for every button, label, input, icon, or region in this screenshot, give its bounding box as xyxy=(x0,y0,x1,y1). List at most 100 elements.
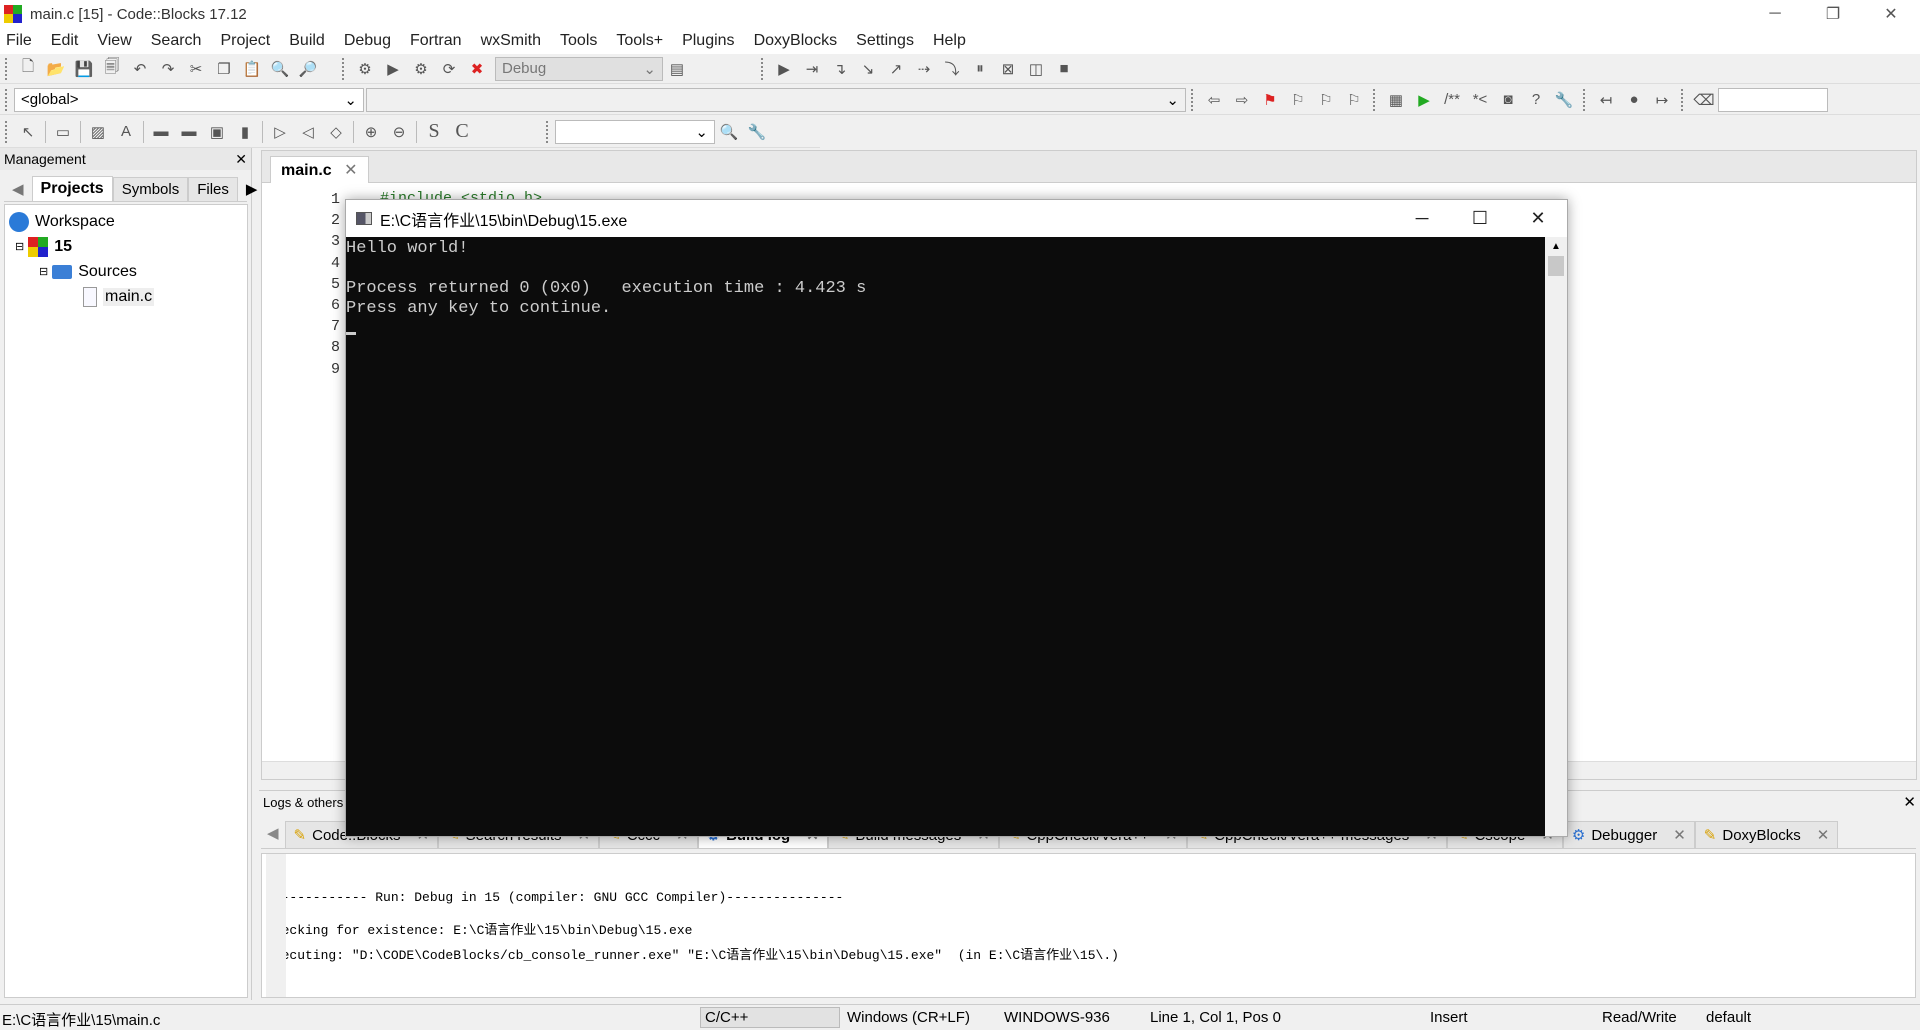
log-scrollbar[interactable] xyxy=(266,854,286,997)
step-into-icon[interactable]: ↘ xyxy=(857,58,879,80)
clear-search-icon[interactable]: ⌫ xyxy=(1693,89,1715,111)
search-icon[interactable]: 🔍 xyxy=(718,121,740,143)
scope-select[interactable]: <global> ⌄ xyxy=(14,87,364,112)
toolbar-grip[interactable] xyxy=(546,120,550,143)
toolbar-grip[interactable] xyxy=(342,57,346,80)
paste-icon[interactable]: 📋 xyxy=(241,58,263,80)
menu-search[interactable]: Search xyxy=(151,32,202,50)
doxy-extract-icon[interactable]: ▦ xyxy=(1385,89,1407,111)
frame-icon[interactable]: ▭ xyxy=(52,121,74,143)
menu-build[interactable]: Build xyxy=(289,32,325,50)
toolbar-grip[interactable] xyxy=(1191,88,1195,111)
toolbar-grip[interactable] xyxy=(5,57,9,80)
undo-icon[interactable]: ↶ xyxy=(129,58,151,80)
menu-doxyblocks[interactable]: DoxyBlocks xyxy=(754,32,838,50)
cut-icon[interactable]: ✂ xyxy=(185,58,207,80)
expand-right-icon[interactable]: ▷ xyxy=(269,121,291,143)
toolbar-grip[interactable] xyxy=(1373,88,1377,111)
close-icon[interactable]: ✕ xyxy=(1673,826,1686,844)
save-icon[interactable]: 💾 xyxy=(73,58,95,80)
tree-project[interactable]: ⊟ 15 xyxy=(5,234,247,259)
break-icon[interactable]: ⏸ xyxy=(969,58,991,80)
new-file-icon[interactable]: 🗋 xyxy=(17,58,39,80)
minimize-button[interactable]: ─ xyxy=(1393,200,1451,237)
menu-tools[interactable]: Tools+ xyxy=(616,32,663,50)
s-icon[interactable]: S xyxy=(423,120,445,143)
tab-projects[interactable]: Projects xyxy=(31,176,113,201)
doxy-html-icon[interactable]: ◙ xyxy=(1497,89,1519,111)
bookmark-prev-icon[interactable]: ⚐ xyxy=(1287,89,1309,111)
toolbar-grip[interactable] xyxy=(1681,88,1685,111)
restore-button[interactable]: ❐ xyxy=(1804,0,1862,28)
close-icon[interactable]: ✕ xyxy=(235,151,247,168)
log-tab[interactable]: ⚙ Debugger ✕ xyxy=(1562,821,1695,848)
log-tab[interactable]: ✎ DoxyBlocks ✕ xyxy=(1694,821,1839,848)
debug-windows-icon[interactable]: ◫ xyxy=(1025,58,1047,80)
menu-debug[interactable]: Debug xyxy=(344,32,391,50)
tree-folder[interactable]: ⊟ Sources xyxy=(5,259,247,284)
step-into-instruction-icon[interactable]: ⤵ xyxy=(941,58,963,80)
find-icon[interactable]: 🔍 xyxy=(269,58,291,80)
jump-back-icon[interactable]: ↤ xyxy=(1595,89,1617,111)
close-icon[interactable]: ✕ xyxy=(1903,793,1916,811)
doxy-run-icon[interactable]: ▶ xyxy=(1413,89,1435,111)
menu-plugins[interactable]: Plugins xyxy=(682,32,734,50)
next-line-icon[interactable]: ↴ xyxy=(829,58,851,80)
rebuild-icon[interactable]: ⟳ xyxy=(438,58,460,80)
align-full-icon[interactable]: ▮ xyxy=(234,121,256,143)
scroll-thumb[interactable] xyxy=(1548,256,1564,276)
align-top-icon[interactable]: ▬ xyxy=(150,121,172,143)
close-icon[interactable]: ✕ xyxy=(344,162,357,179)
text-icon[interactable]: A xyxy=(115,121,137,143)
incremental-search-input[interactable] xyxy=(1718,87,1828,112)
collapse-icon[interactable]: ⊟ xyxy=(15,240,24,253)
align-bottom-icon[interactable]: ▬ xyxy=(178,121,200,143)
bookmark-clear-icon[interactable]: ⚐ xyxy=(1343,89,1365,111)
align-fill-icon[interactable]: ▣ xyxy=(206,121,228,143)
minimize-button[interactable]: ─ xyxy=(1746,0,1804,28)
build-run-icon[interactable]: ⚙ xyxy=(410,58,432,80)
open-icon[interactable]: 📂 xyxy=(45,58,67,80)
console-output[interactable]: Hello world! Process returned 0 (0x0) exe… xyxy=(346,237,1546,836)
tree-workspace[interactable]: Workspace xyxy=(5,209,247,234)
run-to-cursor-icon[interactable]: ⇥ xyxy=(801,58,823,80)
search-combo[interactable]: ⌄ xyxy=(555,119,715,144)
collapse-icon[interactable]: ⊟ xyxy=(39,265,48,278)
menu-wxsmith[interactable]: wxSmith xyxy=(481,32,541,50)
next-instruction-icon[interactable]: ⇢ xyxy=(913,58,935,80)
maximize-button[interactable]: ☐ xyxy=(1451,200,1509,237)
console-scrollbar[interactable]: ▲ xyxy=(1545,237,1567,836)
zoom-out-icon[interactable]: ⊖ xyxy=(388,121,410,143)
replace-icon[interactable]: 🔎 xyxy=(297,58,319,80)
menu-settings[interactable]: Settings xyxy=(856,32,914,50)
menu-edit[interactable]: Edit xyxy=(51,32,79,50)
run-icon[interactable]: ▶ xyxy=(382,58,404,80)
menu-tools[interactable]: Tools xyxy=(560,32,597,50)
redo-icon[interactable]: ↷ xyxy=(157,58,179,80)
target-options-icon[interactable]: ▤ xyxy=(666,58,688,80)
debug-run-icon[interactable]: ▶ xyxy=(773,58,795,80)
function-select[interactable]: ⌄ xyxy=(366,87,1186,112)
toolbar-grip[interactable] xyxy=(1583,88,1587,111)
c-icon[interactable]: C xyxy=(451,120,473,143)
doxy-chm-icon[interactable]: ? xyxy=(1525,89,1547,111)
expand-both-icon[interactable]: ◇ xyxy=(325,121,347,143)
menu-project[interactable]: Project xyxy=(220,32,270,50)
various-info-icon[interactable]: ■ xyxy=(1053,58,1075,80)
forward-icon[interactable]: ⇨ xyxy=(1231,89,1253,111)
close-icon[interactable]: ✕ xyxy=(1817,826,1830,844)
close-button[interactable]: ✕ xyxy=(1509,200,1567,237)
menu-view[interactable]: View xyxy=(97,32,131,50)
toolbar-grip[interactable] xyxy=(761,57,765,80)
jump-forward-icon[interactable]: ↦ xyxy=(1651,89,1673,111)
save-all-icon[interactable]: 🗐 xyxy=(101,58,123,80)
scroll-left-icon[interactable]: ◀ xyxy=(261,824,285,848)
build-target-select[interactable]: Debug ⌄ xyxy=(495,56,663,81)
tab-main-c[interactable]: main.c ✕ xyxy=(270,156,369,183)
copy-icon[interactable]: ❐ xyxy=(213,58,235,80)
scroll-left-icon[interactable]: ◀ xyxy=(4,177,32,201)
build-icon[interactable]: ⚙ xyxy=(354,58,376,80)
step-out-icon[interactable]: ↗ xyxy=(885,58,907,80)
tree-file[interactable]: main.c xyxy=(5,284,247,309)
toolbar-grip[interactable] xyxy=(5,120,9,143)
